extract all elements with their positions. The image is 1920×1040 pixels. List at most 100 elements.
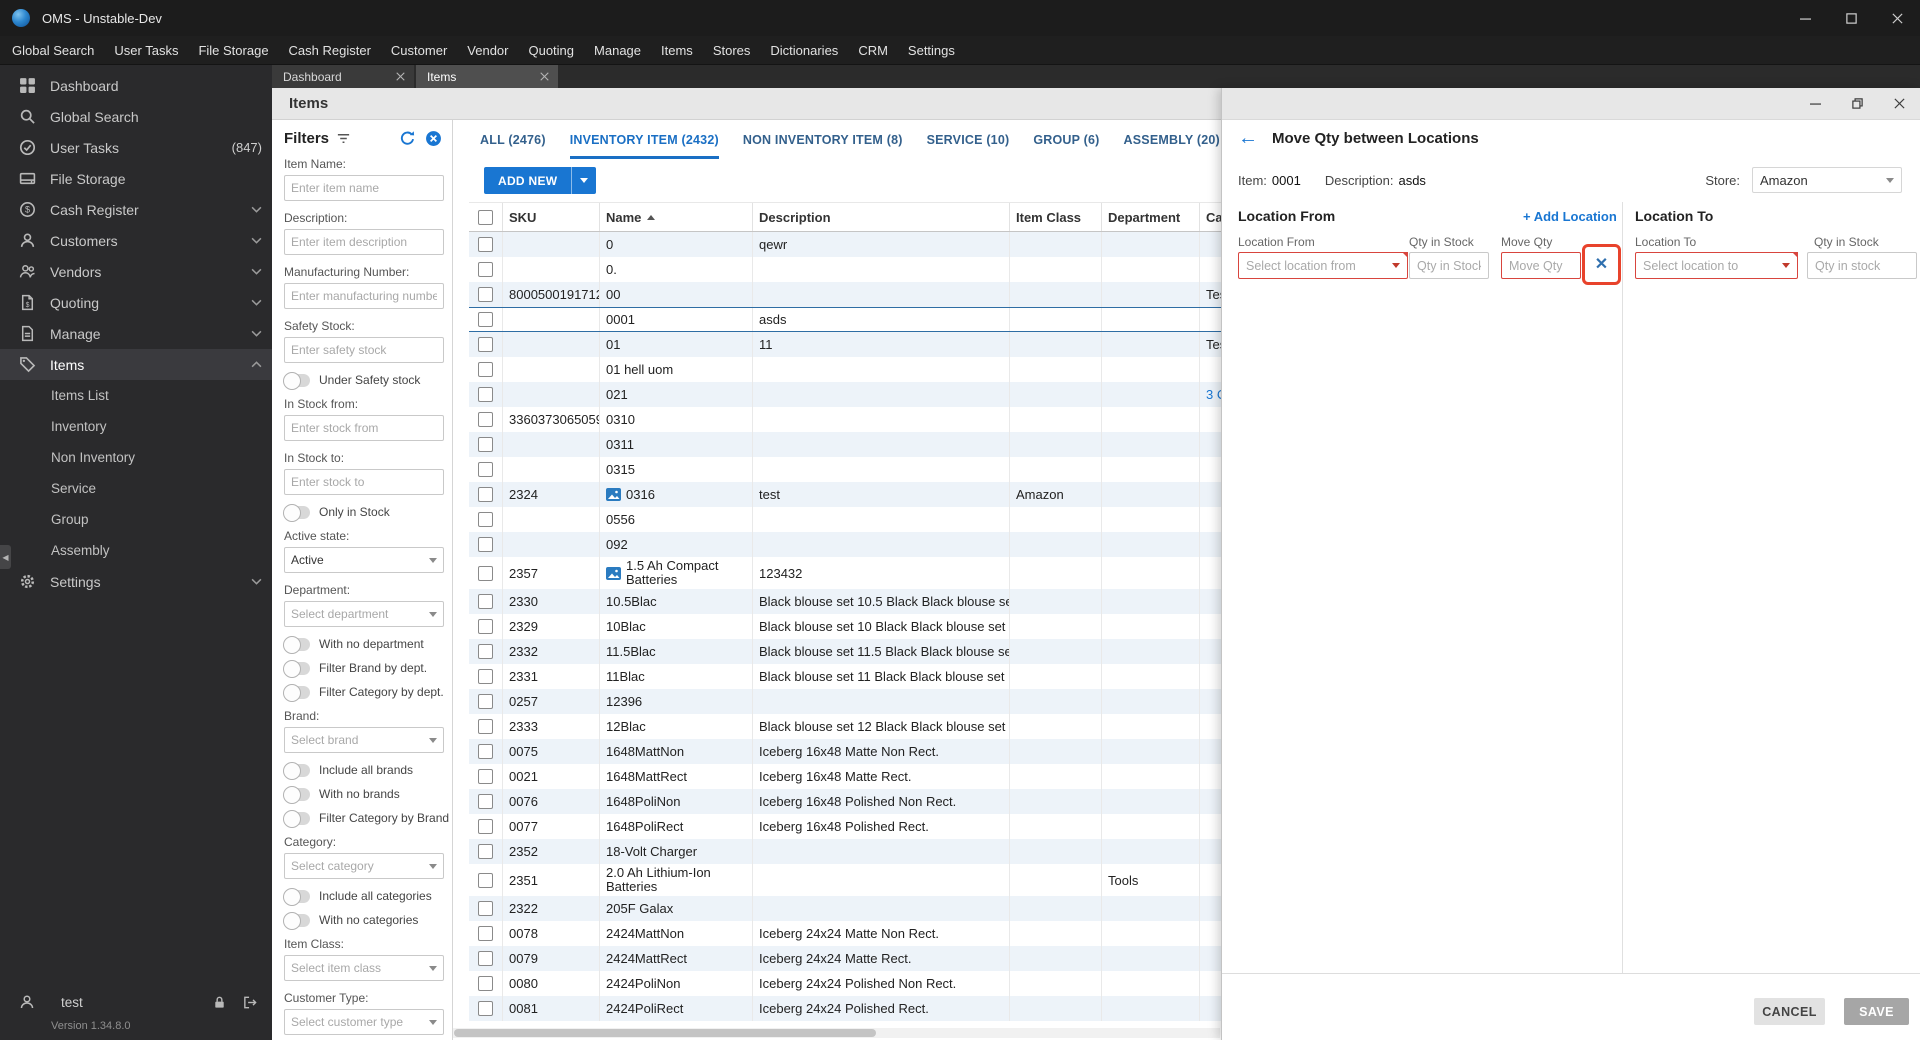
sidebar-item-file-storage[interactable]: File Storage [0, 163, 272, 194]
filter-input-in-stock-from[interactable] [284, 415, 444, 441]
table-row[interactable]: 0079 2424MattRect Iceberg 24x24 Matte Rect… [469, 946, 1221, 971]
filter-toggle-filter-category-by-brand[interactable]: Filter Category by Brand [283, 810, 449, 828]
column-header-name[interactable]: Name [600, 203, 753, 231]
row-checkbox[interactable] [478, 669, 493, 684]
filter-toggle-include-all-brands[interactable]: Include all brands [283, 762, 444, 780]
row-checkbox[interactable] [478, 487, 493, 502]
row-checkbox[interactable] [478, 537, 493, 552]
row-checkbox[interactable] [478, 951, 493, 966]
dialog-close-button[interactable] [1878, 88, 1920, 119]
row-checkbox[interactable] [478, 619, 493, 634]
close-icon[interactable] [540, 72, 549, 81]
toggle-switch[interactable] [283, 636, 310, 654]
sidebar-item-cash-register[interactable]: $ Cash Register [0, 194, 272, 225]
row-checkbox[interactable] [478, 512, 493, 527]
sidebar-item-user-tasks[interactable]: User Tasks (847) [0, 132, 272, 163]
sidebar-item-group[interactable]: Group [0, 504, 272, 535]
sidebar-item-items-list[interactable]: Items List [0, 380, 272, 411]
column-header-sku[interactable]: SKU [503, 203, 600, 231]
table-row[interactable]: 0001 asds [469, 307, 1221, 332]
back-arrow-icon[interactable]: ← [1238, 128, 1258, 148]
row-checkbox[interactable] [478, 769, 493, 784]
horizontal-scrollbar[interactable] [453, 1028, 1220, 1038]
row-checkbox[interactable] [478, 872, 493, 888]
menu-item-user-tasks[interactable]: User Tasks [104, 36, 188, 65]
table-row[interactable]: 8000500191712 00 Tes [469, 282, 1221, 307]
menu-item-global-search[interactable]: Global Search [2, 36, 104, 65]
table-row[interactable]: 2329 10Blac Black blouse set 10 Black Blac… [469, 614, 1221, 639]
table-row[interactable]: 3360373065059 0310 [469, 407, 1221, 432]
item-tab-group-6[interactable]: GROUP (6) [1033, 120, 1099, 159]
sidebar-item-manage[interactable]: Manage [0, 318, 272, 349]
row-checkbox[interactable] [478, 287, 493, 302]
sidebar-item-vendors[interactable]: Vendors [0, 256, 272, 287]
close-button[interactable] [1874, 0, 1920, 36]
table-row[interactable]: 0311 [469, 432, 1221, 457]
row-checkbox[interactable] [478, 976, 493, 991]
sidebar-item-settings[interactable]: Settings [0, 566, 272, 597]
table-row[interactable]: 0257 12396 [469, 689, 1221, 714]
filter-select-category[interactable]: Select category [284, 853, 444, 879]
sidebar-item-customers[interactable]: Customers [0, 225, 272, 256]
sidebar-item-non-inventory[interactable]: Non Inventory [0, 442, 272, 473]
toggle-switch[interactable] [283, 372, 310, 390]
table-row[interactable]: 0556 [469, 507, 1221, 532]
toggle-switch[interactable] [283, 912, 310, 930]
table-row[interactable]: 0 qewr [469, 232, 1221, 257]
filter-input-in-stock-to[interactable] [284, 469, 444, 495]
filter-input-manufacturing-number[interactable] [284, 283, 444, 309]
sidebar-item-quoting[interactable]: $ Quoting [0, 287, 272, 318]
table-row[interactable]: 0081 2424PoliRect Iceberg 24x24 Polished R… [469, 996, 1221, 1021]
item-tab-all-2476[interactable]: ALL (2476) [480, 120, 546, 159]
table-row[interactable]: 01 hell uom [469, 357, 1221, 382]
row-checkbox[interactable] [478, 1001, 493, 1016]
menu-item-settings[interactable]: Settings [898, 36, 965, 65]
move-qty-input[interactable] [1501, 252, 1581, 279]
add-location-button[interactable]: + Add Location [1523, 209, 1617, 224]
table-row[interactable]: 0078 2424MattNon Iceberg 24x24 Matte Non R… [469, 921, 1221, 946]
menu-item-items[interactable]: Items [651, 36, 703, 65]
item-tab-service-10[interactable]: SERVICE (10) [927, 120, 1010, 159]
sidebar-item-global-search[interactable]: Global Search [0, 101, 272, 132]
table-row[interactable]: 0077 1648PoliRect Iceberg 16x48 Polished R… [469, 814, 1221, 839]
save-button[interactable]: SAVE [1844, 998, 1909, 1025]
table-row[interactable]: 2333 12Blac Black blouse set 12 Black Blac… [469, 714, 1221, 739]
filter-input-description[interactable] [284, 229, 444, 255]
filter-input-safety-stock[interactable] [284, 337, 444, 363]
table-row[interactable]: 092 [469, 532, 1221, 557]
lock-icon[interactable] [212, 995, 227, 1010]
table-row[interactable]: 2357 1.5 Ah Compact Batteries 123432 [469, 557, 1221, 589]
menu-item-quoting[interactable]: Quoting [518, 36, 584, 65]
column-header-description[interactable]: Description [753, 203, 1010, 231]
table-row[interactable]: 0021 1648MattRect Iceberg 16x48 Matte Rect… [469, 764, 1221, 789]
dialog-minimize-button[interactable] [1794, 88, 1836, 119]
filter-toggle-with-no-department[interactable]: With no department [283, 636, 444, 654]
table-row[interactable]: 0075 1648MattNon Iceberg 16x48 Matte Non R… [469, 739, 1221, 764]
menu-item-cash-register[interactable]: Cash Register [279, 36, 381, 65]
filter-select-customer-type[interactable]: Select customer type [284, 1009, 444, 1035]
row-checkbox[interactable] [478, 901, 493, 916]
row-checkbox[interactable] [478, 926, 493, 941]
toggle-switch[interactable] [283, 786, 310, 804]
logout-icon[interactable] [242, 995, 258, 1010]
row-checkbox[interactable] [478, 437, 493, 452]
tab-dashboard[interactable]: Dashboard [272, 65, 414, 88]
item-tab-inventory-item-2432[interactable]: INVENTORY ITEM (2432) [569, 120, 719, 159]
filter-select-item-class[interactable]: Select item class [284, 955, 444, 981]
maximize-button[interactable] [1828, 0, 1874, 36]
toggle-switch[interactable] [283, 504, 310, 522]
location-to-select[interactable]: Select location to [1635, 252, 1798, 279]
filter-toggle-include-all-categories[interactable]: Include all categories [283, 888, 444, 906]
remove-location-row-button[interactable]: ✕ [1595, 256, 1608, 273]
table-row[interactable]: 0315 [469, 457, 1221, 482]
collapse-sidebar-icon[interactable]: ◀ [0, 545, 11, 569]
refresh-icon[interactable] [399, 130, 416, 147]
menu-item-file-storage[interactable]: File Storage [188, 36, 278, 65]
location-from-select[interactable]: Select location from [1238, 252, 1408, 279]
filter-input-item-name[interactable] [284, 175, 444, 201]
filter-select-active-state[interactable]: Active [284, 547, 444, 573]
row-checkbox[interactable] [478, 819, 493, 834]
row-checkbox[interactable] [478, 594, 493, 609]
item-tab-assembly-20[interactable]: ASSEMBLY (20) [1124, 120, 1220, 159]
menu-item-dictionaries[interactable]: Dictionaries [760, 36, 848, 65]
